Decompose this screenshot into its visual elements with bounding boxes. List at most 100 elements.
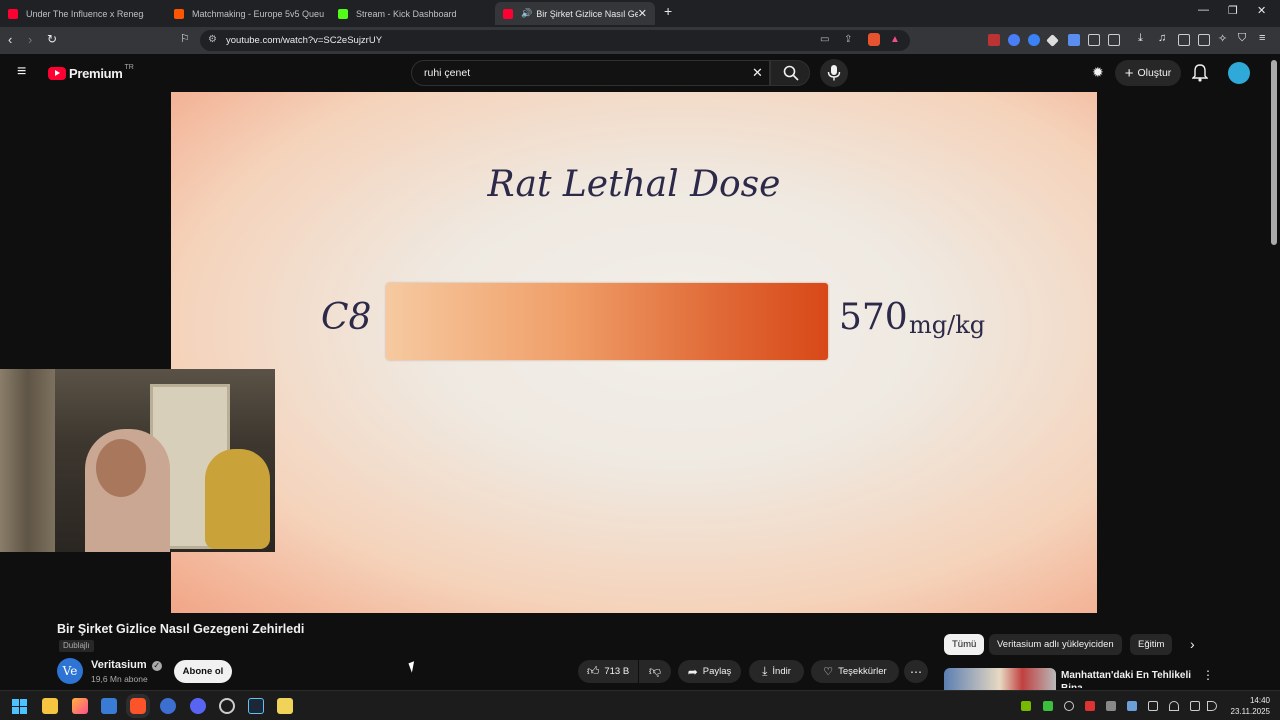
browser-tab-3[interactable]: Stream - Kick Dashboard bbox=[330, 2, 490, 25]
steam-tray-icon[interactable] bbox=[1127, 701, 1137, 711]
new-tab-button[interactable]: + bbox=[664, 3, 672, 19]
download-icon[interactable]: ⤓ bbox=[1138, 32, 1143, 45]
nvidia-tray-icon[interactable] bbox=[1021, 701, 1031, 711]
extension-icon[interactable] bbox=[1008, 34, 1020, 46]
hamburger-menu-icon[interactable]: ≡ bbox=[17, 63, 26, 81]
search-input[interactable]: ruhi çenet ✕ bbox=[411, 60, 770, 86]
search-value: ruhi çenet bbox=[424, 67, 471, 79]
bookmark-icon[interactable]: ⚐ bbox=[180, 32, 190, 45]
thanks-label: Teşekkürler bbox=[838, 666, 887, 677]
close-tab-icon[interactable]: ✕ bbox=[638, 7, 647, 20]
extension-icon[interactable] bbox=[1108, 34, 1120, 46]
recommendation-title[interactable]: Manhattan'daki En Tehlikeli Bina bbox=[1061, 669, 1191, 688]
clear-search-icon[interactable]: ✕ bbox=[752, 65, 763, 81]
minimize-button[interactable]: — bbox=[1198, 4, 1209, 16]
page-scrollbar[interactable] bbox=[1271, 60, 1277, 245]
tray-icon[interactable] bbox=[1064, 701, 1074, 711]
app-icon[interactable] bbox=[160, 698, 176, 714]
network-icon[interactable] bbox=[1190, 701, 1200, 711]
browser-tab-2[interactable]: Matchmaking - Europe 5v5 Queue - F bbox=[166, 2, 326, 25]
chip-from-uploader[interactable]: Veritasium adlı yükleyiciden bbox=[989, 634, 1122, 655]
youtube-icon bbox=[8, 8, 18, 19]
chip-all[interactable]: Tümü bbox=[944, 634, 985, 655]
thumbs-up-icon: 👍︎ bbox=[586, 664, 600, 678]
extension-icon[interactable] bbox=[1028, 34, 1040, 46]
sidebar-icon[interactable] bbox=[1178, 34, 1190, 46]
browser-toolbar: ‹ › ↻ ⚐ ⚙ youtube.com/watch?v=SC2eSujzrU… bbox=[0, 27, 1280, 54]
system-clock[interactable]: 14:40 23.11.2025 bbox=[1224, 695, 1270, 717]
brave-rewards-icon[interactable]: ▲ bbox=[890, 34, 900, 45]
cast-icon[interactable]: ▭ bbox=[820, 34, 829, 45]
translate-icon[interactable] bbox=[1068, 34, 1080, 46]
tab-label: Bir Şirket Gizlice Nasıl Gezege bbox=[536, 8, 639, 19]
share-button[interactable]: ➦ Paylaş bbox=[678, 660, 741, 683]
battery-icon[interactable] bbox=[1148, 701, 1158, 711]
address-bar[interactable]: ⚙ youtube.com/watch?v=SC2eSujzrUY ▭ ⇪ ▲ bbox=[200, 30, 910, 51]
steam-icon[interactable] bbox=[248, 698, 264, 714]
recommendation-thumbnail[interactable] bbox=[944, 668, 1056, 690]
notifications-bell-icon[interactable] bbox=[1192, 64, 1208, 82]
browser-tab-1[interactable]: Under The Influence x Renegade bbox=[0, 2, 160, 25]
back-button[interactable]: ‹ bbox=[8, 32, 12, 47]
media-icon[interactable]: ♫ bbox=[1158, 32, 1166, 44]
extensions-puzzle-icon[interactable] bbox=[1088, 34, 1100, 46]
leo-ai-icon[interactable]: ✧ bbox=[1218, 32, 1227, 45]
share-icon: ➦ bbox=[687, 664, 698, 679]
extension-icon[interactable] bbox=[988, 34, 1000, 46]
speaker-icon: 🔊 bbox=[521, 8, 533, 18]
restore-button[interactable]: ❐ bbox=[1228, 4, 1238, 17]
like-button[interactable]: 👍︎ 713 B bbox=[578, 660, 638, 683]
tray-icon[interactable] bbox=[1043, 701, 1053, 711]
more-icon: ⋯ bbox=[910, 664, 922, 679]
chips-next-icon[interactable]: › bbox=[1190, 636, 1195, 652]
create-label: Oluştur bbox=[1137, 67, 1172, 79]
brave-shields-icon[interactable] bbox=[868, 33, 880, 46]
region-code: TR bbox=[124, 64, 134, 71]
chip-education[interactable]: Eğitim bbox=[1130, 634, 1173, 655]
subscriber-count: 19,6 Mn abone bbox=[91, 674, 148, 684]
channel-name[interactable]: Veritasium ✓ bbox=[91, 659, 162, 671]
app-icon[interactable] bbox=[219, 698, 235, 714]
file-explorer-icon[interactable] bbox=[42, 698, 58, 714]
tray-icon[interactable] bbox=[1106, 701, 1116, 711]
windows-start-icon[interactable] bbox=[12, 699, 27, 714]
verified-badge-icon: ✓ bbox=[151, 661, 162, 671]
subscribe-button[interactable]: Abone ol bbox=[174, 660, 232, 683]
create-button[interactable]: + Oluştur bbox=[1115, 60, 1181, 86]
video-title: Bir Şirket Gizlice Nasıl Gezegeni Zehirl… bbox=[57, 622, 305, 636]
wallet-icon[interactable] bbox=[1198, 34, 1210, 46]
menu-icon[interactable]: ≡ bbox=[1259, 32, 1265, 44]
forward-button[interactable]: › bbox=[28, 32, 32, 47]
search-button[interactable] bbox=[770, 60, 810, 86]
faceit-icon bbox=[174, 8, 184, 19]
extension-icon[interactable] bbox=[1046, 34, 1059, 47]
volume-icon[interactable] bbox=[1207, 701, 1217, 711]
close-window-button[interactable]: ✕ bbox=[1257, 4, 1266, 17]
clock-date: 23.11.2025 bbox=[1230, 707, 1270, 716]
video-player[interactable]: Rat Lethal Dose C8 570 mg/kg Ve bbox=[171, 92, 1097, 613]
download-button[interactable]: ⤓ İndir bbox=[749, 660, 804, 683]
brave-browser-icon[interactable] bbox=[130, 698, 146, 714]
youtube-logo[interactable]: Premium TR bbox=[48, 64, 134, 81]
thanks-button[interactable]: ♡ Teşekkürler bbox=[811, 660, 899, 683]
browser-tab-active[interactable]: 🔊 Bir Şirket Gizlice Nasıl Gezege ✕ bbox=[495, 2, 655, 25]
voice-search-button[interactable] bbox=[820, 59, 848, 87]
app-icon[interactable] bbox=[277, 698, 293, 714]
share-label: Paylaş bbox=[702, 666, 732, 677]
vpn-icon[interactable]: ⛉ bbox=[1238, 32, 1246, 45]
microphone-tray-icon[interactable] bbox=[1169, 701, 1179, 711]
site-info-icon[interactable]: ⚙ bbox=[208, 34, 217, 45]
recommendation-menu-icon[interactable]: ⋮ bbox=[1202, 668, 1214, 682]
channel-avatar[interactable]: Ve bbox=[57, 658, 83, 684]
avatar[interactable] bbox=[1228, 62, 1250, 84]
share-page-icon[interactable]: ⇪ bbox=[844, 34, 852, 45]
creator-studio-icon[interactable]: ✹ bbox=[1092, 64, 1104, 81]
discord-icon[interactable] bbox=[190, 698, 206, 714]
dislike-button[interactable]: 👎︎ bbox=[639, 660, 671, 683]
more-actions-button[interactable]: ⋯ bbox=[904, 660, 928, 683]
app-icon[interactable] bbox=[72, 698, 88, 714]
reload-button[interactable]: ↻ bbox=[47, 32, 57, 46]
webcam-person-head bbox=[96, 439, 146, 497]
app-icon[interactable] bbox=[101, 698, 117, 714]
tray-icon[interactable] bbox=[1085, 701, 1095, 711]
